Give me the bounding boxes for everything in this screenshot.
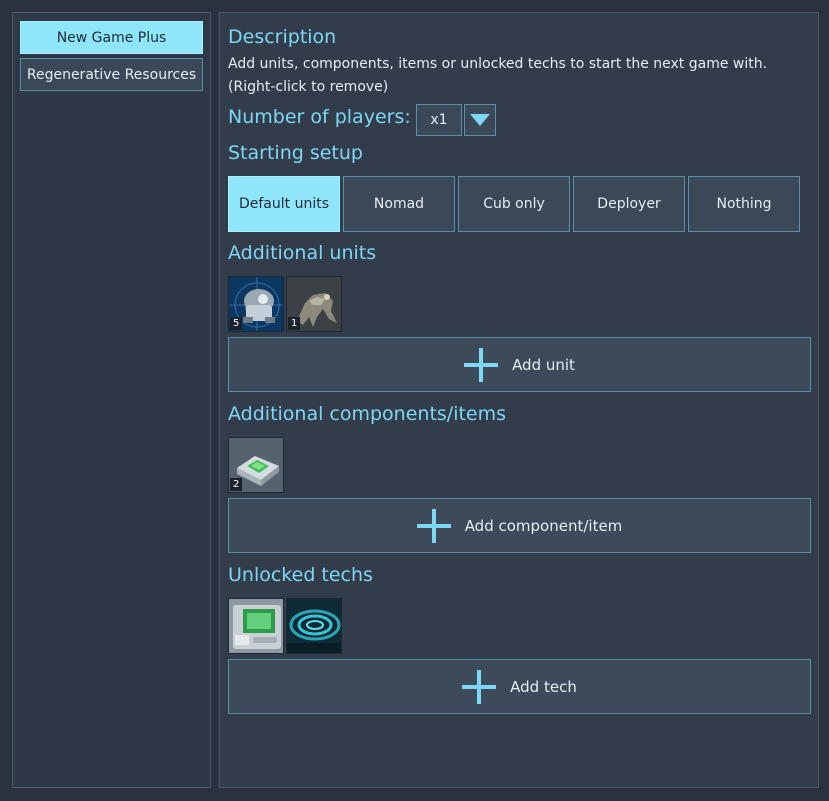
sidebar-item-new-game-plus[interactable]: New Game Plus <box>20 21 203 54</box>
plus-icon <box>464 347 499 382</box>
add-component-button[interactable]: Add component/item <box>228 498 811 553</box>
units-heading: Additional units <box>228 242 377 264</box>
setup-option-default-units[interactable]: Default units <box>228 176 340 232</box>
unit-count: 1 <box>288 317 301 330</box>
players-value: x1 <box>430 112 448 128</box>
component-count: 2 <box>230 478 243 491</box>
unit-slot[interactable]: 1 <box>286 276 342 332</box>
tech-slot[interactable] <box>286 598 342 654</box>
setup-option-deployer[interactable]: Deployer <box>573 176 685 232</box>
setup-option-label: Nothing <box>716 196 772 212</box>
setup-option-nomad[interactable]: Nomad <box>343 176 455 232</box>
add-tech-button[interactable]: Add tech <box>228 659 811 714</box>
techs-list <box>228 598 342 654</box>
setup-option-label: Deployer <box>597 196 661 212</box>
units-list: 5 1 <box>228 276 342 332</box>
players-dropdown-button[interactable] <box>464 104 496 136</box>
techs-heading: Unlocked techs <box>228 564 373 586</box>
rings-tech-icon <box>287 599 341 653</box>
component-slot[interactable]: 2 <box>228 437 284 493</box>
add-tech-label: Add tech <box>510 677 577 696</box>
setup-option-label: Nomad <box>373 196 425 212</box>
setup-option-label: Cub only <box>483 196 545 212</box>
unit-count: 5 <box>230 317 243 330</box>
add-unit-label: Add unit <box>512 355 575 374</box>
components-list: 2 <box>228 437 284 493</box>
sidebar-item-label: Regenerative Resources <box>26 66 197 83</box>
plus-icon <box>462 669 497 704</box>
players-select[interactable]: x1 <box>416 104 462 136</box>
add-component-label: Add component/item <box>464 516 623 535</box>
settings-panel: Description Add units, components, items… <box>219 12 819 788</box>
players-label: Number of players: <box>228 106 411 128</box>
unit-slot[interactable]: 5 <box>228 276 284 332</box>
sidebar: New Game Plus Regenerative Resources <box>12 12 211 788</box>
setup-option-cub-only[interactable]: Cub only <box>458 176 570 232</box>
sidebar-item-label: New Game Plus <box>56 29 167 46</box>
description-text: Add units, components, items or unlocked… <box>228 56 768 72</box>
setup-options: Default units Nomad Cub only Deployer No… <box>228 176 800 232</box>
description-hint: (Right-click to remove) <box>228 79 389 95</box>
components-heading: Additional components/items <box>228 403 507 425</box>
sidebar-item-regenerative-resources[interactable]: Regenerative Resources <box>20 58 203 91</box>
add-unit-button[interactable]: Add unit <box>228 337 811 392</box>
description-heading: Description <box>228 26 337 48</box>
setup-heading: Starting setup <box>228 142 363 164</box>
plus-icon <box>416 508 451 543</box>
tech-slot[interactable] <box>228 598 284 654</box>
computer-tech-icon <box>229 599 283 653</box>
setup-option-label: Default units <box>238 196 330 212</box>
setup-option-nothing[interactable]: Nothing <box>688 176 800 232</box>
triangle-down-icon <box>470 114 490 126</box>
